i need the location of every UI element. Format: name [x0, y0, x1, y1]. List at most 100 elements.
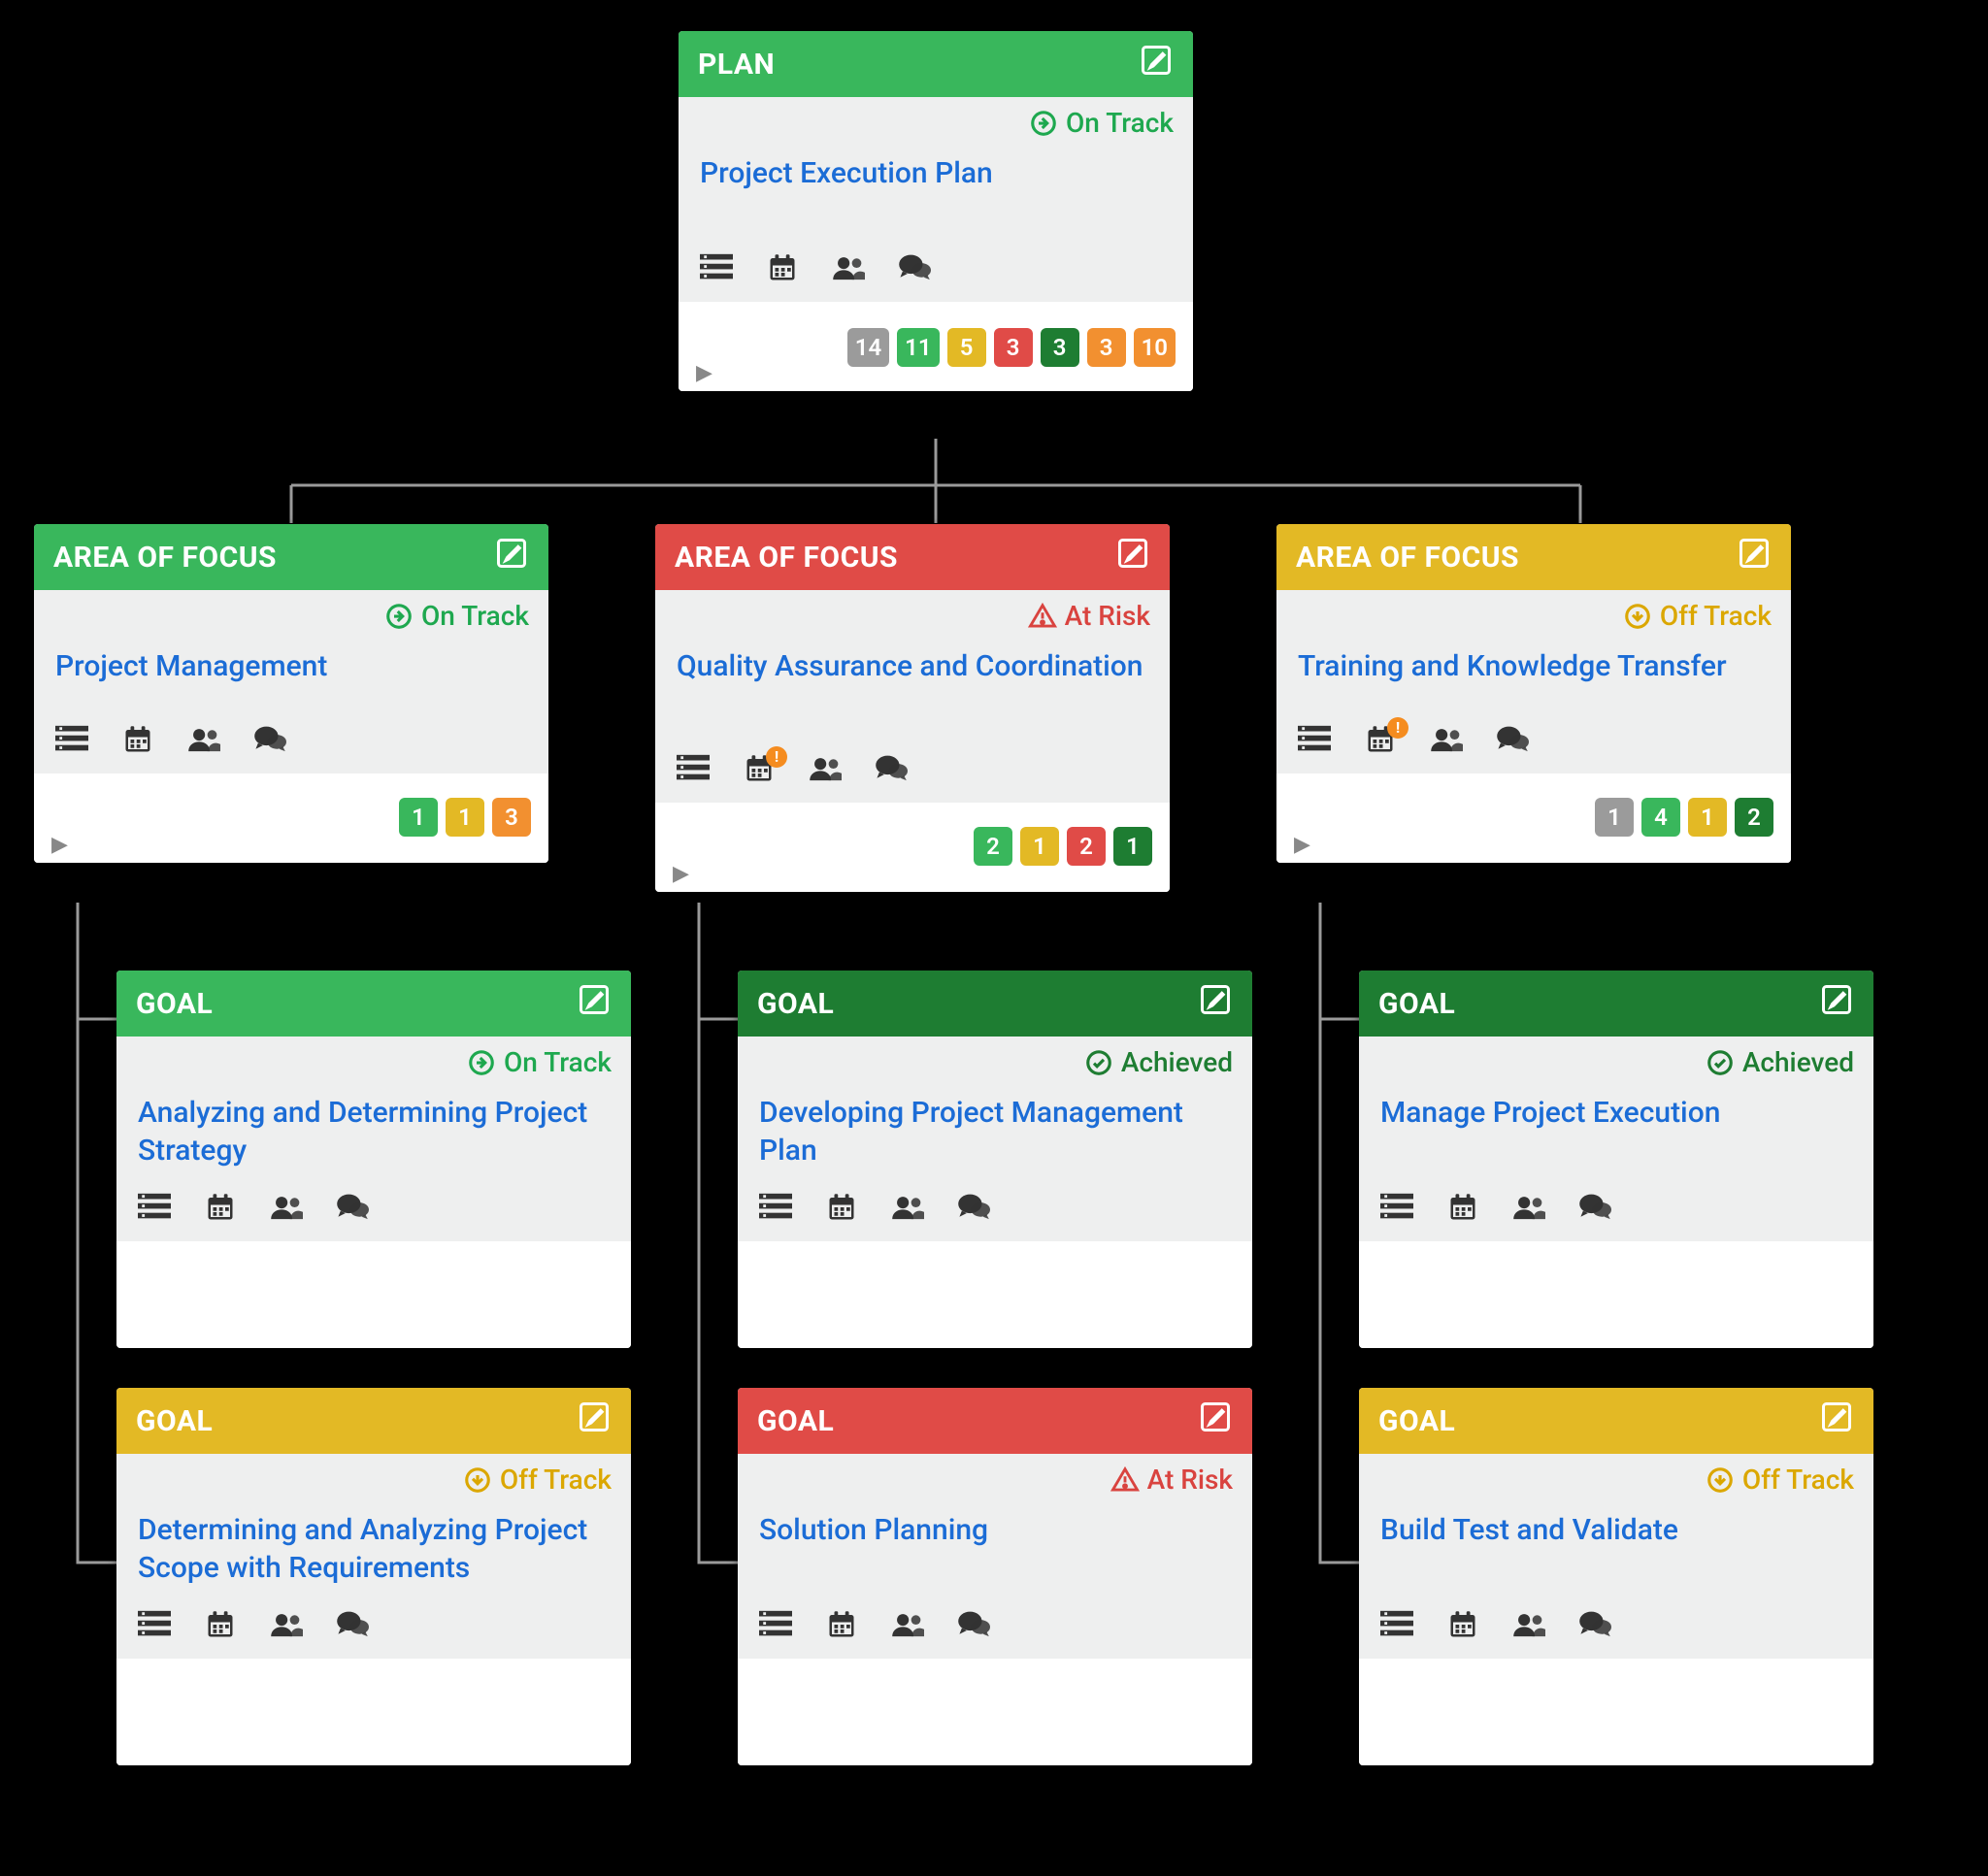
goal-title-link[interactable]: Solution Planning	[759, 1511, 988, 1549]
goal-header-label: GOAL	[1378, 987, 1455, 1021]
users-icon[interactable]	[809, 754, 842, 787]
goal-title-link[interactable]: Analyzing and Determining Project Strate…	[138, 1094, 610, 1169]
comments-icon[interactable]	[336, 1610, 369, 1643]
edit-icon[interactable]	[494, 536, 529, 578]
area-header: AREA OF FOCUS	[655, 524, 1170, 590]
badge[interactable]: 1	[446, 798, 484, 837]
edit-icon[interactable]	[577, 1399, 612, 1442]
users-icon[interactable]	[270, 1193, 303, 1226]
badge[interactable]: 2	[1067, 827, 1106, 866]
goal-card-0-0: GOAL On Track Analyzing and Determining …	[116, 971, 631, 1348]
goal-title-link[interactable]: Build Test and Validate	[1380, 1511, 1678, 1549]
comments-icon[interactable]	[1578, 1193, 1611, 1226]
edit-icon[interactable]	[1198, 982, 1233, 1025]
calendar-icon[interactable]	[121, 725, 154, 758]
users-icon[interactable]	[1430, 725, 1463, 758]
comments-icon[interactable]	[336, 1193, 369, 1226]
badge[interactable]: 3	[492, 798, 531, 837]
badge[interactable]: 1	[1020, 827, 1059, 866]
list-icon[interactable]	[759, 1193, 792, 1226]
calendar-icon[interactable]	[1446, 1193, 1479, 1226]
expand-arrow-icon[interactable]: ▶	[1294, 833, 1310, 857]
calendar-icon[interactable]: !	[1364, 725, 1397, 758]
calendar-icon[interactable]	[1446, 1610, 1479, 1643]
list-icon[interactable]	[700, 253, 733, 286]
goal-header-label: GOAL	[1378, 1404, 1455, 1438]
calendar-icon[interactable]	[204, 1610, 237, 1643]
edit-icon[interactable]	[1139, 43, 1174, 85]
footer-row: 14 11 5 3 3 3 10 ▶	[679, 302, 1193, 391]
users-icon[interactable]	[891, 1193, 924, 1226]
list-icon[interactable]	[1380, 1610, 1413, 1643]
comments-icon[interactable]	[957, 1193, 990, 1226]
comments-icon[interactable]	[1578, 1610, 1611, 1643]
check-circle-icon	[1706, 1048, 1735, 1077]
area-badges: 2 1 2 1	[974, 827, 1152, 866]
goal-header-label: GOAL	[757, 1404, 834, 1438]
users-icon[interactable]	[270, 1610, 303, 1643]
goal-card-2-1: GOAL Off Track Build Test and Validate	[1359, 1388, 1873, 1765]
badge[interactable]: 4	[1641, 798, 1680, 837]
area-title-link[interactable]: Training and Knowledge Transfer	[1298, 647, 1727, 685]
area-title-link[interactable]: Project Management	[55, 647, 327, 685]
area-title-link[interactable]: Quality Assurance and Coordination	[677, 647, 1143, 685]
goal-title-link[interactable]: Manage Project Execution	[1380, 1094, 1720, 1132]
list-icon[interactable]	[138, 1193, 171, 1226]
edit-icon[interactable]	[1819, 982, 1854, 1025]
comments-icon[interactable]	[253, 725, 286, 758]
edit-icon[interactable]	[577, 982, 612, 1025]
expand-arrow-icon[interactable]: ▶	[673, 862, 689, 886]
area-header-label: AREA OF FOCUS	[1296, 541, 1519, 575]
users-icon[interactable]	[1512, 1193, 1545, 1226]
badge[interactable]: 14	[847, 328, 889, 367]
list-icon[interactable]	[1380, 1193, 1413, 1226]
badge[interactable]: 2	[974, 827, 1012, 866]
title-row: Project Execution Plan	[679, 147, 1193, 244]
expand-arrow-icon[interactable]: ▶	[696, 361, 712, 385]
users-icon[interactable]	[891, 1610, 924, 1643]
plan-title-link[interactable]: Project Execution Plan	[700, 154, 993, 192]
badge[interactable]: 1	[1595, 798, 1634, 837]
calendar-icon[interactable]	[766, 253, 799, 286]
expand-arrow-icon[interactable]: ▶	[51, 833, 68, 857]
comments-icon[interactable]	[898, 253, 931, 286]
users-icon[interactable]	[1512, 1610, 1545, 1643]
calendar-icon[interactable]	[825, 1610, 858, 1643]
badge[interactable]: 3	[1087, 328, 1126, 367]
arrow-circle-down-icon	[1623, 602, 1652, 631]
edit-icon[interactable]	[1819, 1399, 1854, 1442]
badge[interactable]: 1	[399, 798, 438, 837]
area-badges: 1 4 1 2	[1595, 798, 1773, 837]
badge[interactable]: 1	[1113, 827, 1152, 866]
list-icon[interactable]	[55, 725, 88, 758]
badge[interactable]: 3	[994, 328, 1033, 367]
calendar-icon[interactable]	[204, 1193, 237, 1226]
users-icon[interactable]	[187, 725, 220, 758]
badge[interactable]: 5	[947, 328, 986, 367]
users-icon[interactable]	[832, 253, 865, 286]
edit-icon[interactable]	[1737, 536, 1772, 578]
list-icon[interactable]	[759, 1610, 792, 1643]
comments-icon[interactable]	[957, 1610, 990, 1643]
list-icon[interactable]	[1298, 725, 1331, 758]
badge[interactable]: 10	[1134, 328, 1176, 367]
list-icon[interactable]	[138, 1610, 171, 1643]
area-card-0: AREA OF FOCUS On Track Project Managemen…	[34, 524, 548, 863]
calendar-alert-dot: !	[766, 746, 787, 768]
goal-title-link[interactable]: Developing Project Management Plan	[759, 1094, 1231, 1169]
comments-icon[interactable]	[875, 754, 908, 787]
calendar-icon[interactable]: !	[743, 754, 776, 787]
area-header-label: AREA OF FOCUS	[675, 541, 898, 575]
calendar-icon[interactable]	[825, 1193, 858, 1226]
list-icon[interactable]	[677, 754, 710, 787]
comments-icon[interactable]	[1496, 725, 1529, 758]
badge[interactable]: 11	[897, 328, 939, 367]
goal-card-0-1: GOAL Off Track Determining and Analyzing…	[116, 1388, 631, 1765]
goal-title-link[interactable]: Determining and Analyzing Project Scope …	[138, 1511, 610, 1587]
badge[interactable]: 2	[1735, 798, 1773, 837]
arrow-circle-down-icon	[1706, 1465, 1735, 1495]
edit-icon[interactable]	[1198, 1399, 1233, 1442]
edit-icon[interactable]	[1115, 536, 1150, 578]
badge[interactable]: 3	[1041, 328, 1079, 367]
badge[interactable]: 1	[1688, 798, 1727, 837]
